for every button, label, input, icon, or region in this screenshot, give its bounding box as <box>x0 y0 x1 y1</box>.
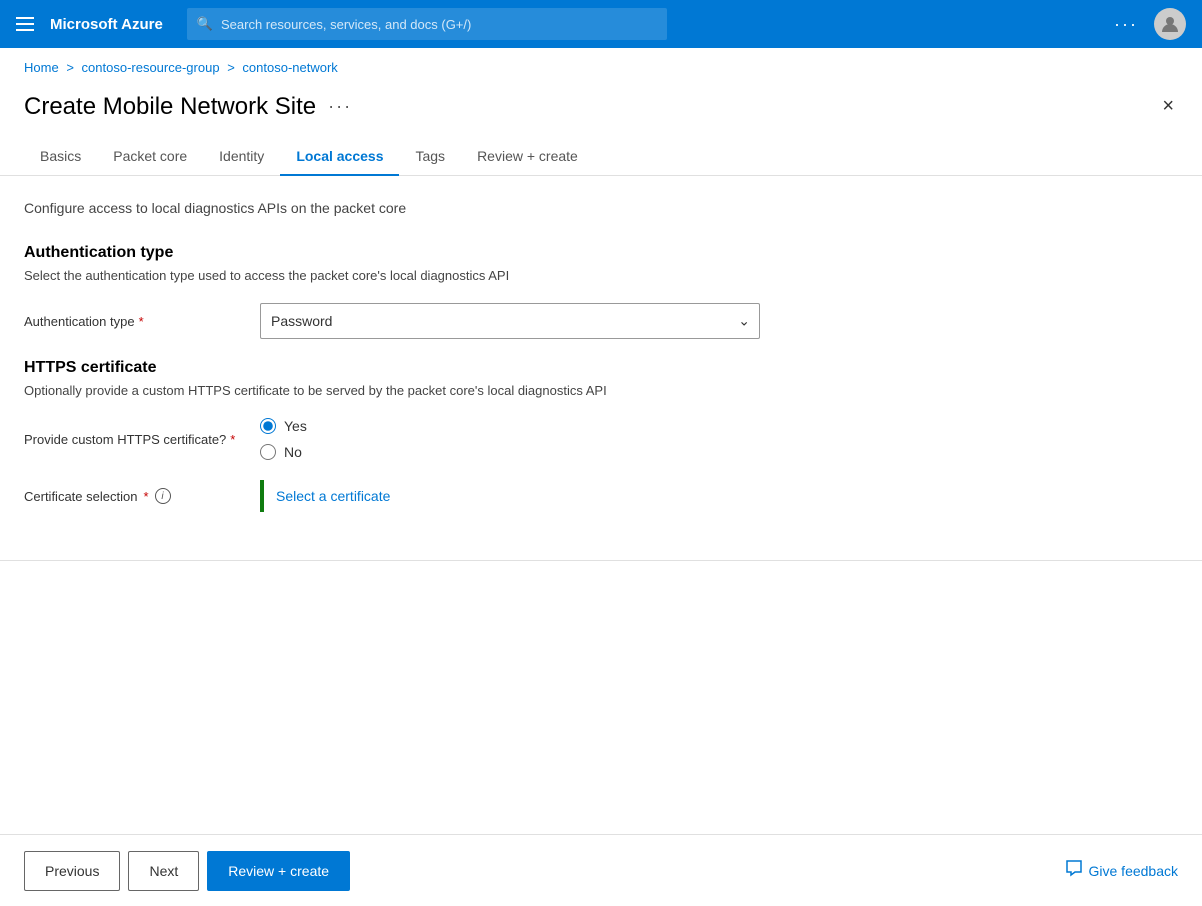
breadcrumb-sep1: > <box>66 60 74 75</box>
search-icon: 🔍 <box>197 16 213 32</box>
previous-button[interactable]: Previous <box>24 851 120 891</box>
breadcrumb-home[interactable]: Home <box>24 60 59 75</box>
search-input[interactable] <box>221 17 657 32</box>
app-title: Microsoft Azure <box>50 16 163 33</box>
auth-type-label: Authentication type * <box>24 314 244 329</box>
radio-group: Yes No <box>260 418 760 460</box>
close-button[interactable]: × <box>1158 91 1178 122</box>
auth-section-sub: Select the authentication type used to a… <box>24 268 1178 283</box>
tab-identity[interactable]: Identity <box>203 138 280 176</box>
content-area: Configure access to local diagnostics AP… <box>0 176 1202 536</box>
tab-tags[interactable]: Tags <box>399 138 461 176</box>
https-section-heading: HTTPS certificate <box>24 359 1178 377</box>
radio-yes-input[interactable] <box>260 418 276 434</box>
auth-type-select[interactable]: Password Certificate AAD <box>260 303 760 339</box>
feedback-area[interactable]: Give feedback <box>1065 859 1179 882</box>
tab-description: Configure access to local diagnostics AP… <box>24 200 1178 216</box>
breadcrumb-sep2: > <box>227 60 235 75</box>
topbar-right: ··· <box>1114 8 1186 40</box>
radio-no-item[interactable]: No <box>260 444 760 460</box>
topbar-more-icon[interactable]: ··· <box>1114 14 1138 35</box>
tabs: Basics Packet core Identity Local access… <box>0 138 1202 176</box>
page-title: Create Mobile Network Site <box>24 93 316 121</box>
topbar: Microsoft Azure 🔍 ··· <box>0 0 1202 48</box>
tab-basics[interactable]: Basics <box>24 138 97 176</box>
search-bar[interactable]: 🔍 <box>187 8 667 40</box>
avatar[interactable] <box>1154 8 1186 40</box>
main-panel: Home > contoso-resource-group > contoso-… <box>0 48 1202 906</box>
https-section-sub: Optionally provide a custom HTTPS certif… <box>24 383 1178 398</box>
auth-type-row: Authentication type * Password Certifica… <box>24 303 1178 339</box>
auth-section-heading: Authentication type <box>24 244 1178 262</box>
cert-select-link-area: Select a certificate <box>260 480 390 512</box>
tab-review-create[interactable]: Review + create <box>461 138 594 176</box>
cert-selection-row: Certificate selection * i Select a certi… <box>24 480 1178 512</box>
radio-no-input[interactable] <box>260 444 276 460</box>
auth-type-select-wrapper: Password Certificate AAD ⌄ <box>260 303 760 339</box>
breadcrumb: Home > contoso-resource-group > contoso-… <box>0 48 1202 83</box>
feedback-icon <box>1065 859 1083 882</box>
auth-type-control: Password Certificate AAD ⌄ <box>260 303 760 339</box>
divider <box>0 560 1202 561</box>
cert-bar <box>260 480 264 512</box>
tab-packet-core[interactable]: Packet core <box>97 138 203 176</box>
cert-selection-label: Certificate selection * i <box>24 488 244 504</box>
custom-cert-required-star: * <box>230 432 235 447</box>
next-button[interactable]: Next <box>128 851 199 891</box>
radio-yes-label: Yes <box>284 418 307 434</box>
page-header-more[interactable]: ··· <box>328 96 352 117</box>
select-certificate-link[interactable]: Select a certificate <box>276 488 390 504</box>
hamburger-menu[interactable] <box>16 17 34 31</box>
custom-cert-label: Provide custom HTTPS certificate? * <box>24 432 244 447</box>
tab-local-access[interactable]: Local access <box>280 138 399 176</box>
radio-yes-item[interactable]: Yes <box>260 418 760 434</box>
review-create-button[interactable]: Review + create <box>207 851 350 891</box>
page-header-left: Create Mobile Network Site ··· <box>24 93 352 121</box>
custom-cert-row: Provide custom HTTPS certificate? * Yes … <box>24 418 1178 460</box>
cert-required-star: * <box>143 489 148 504</box>
breadcrumb-network[interactable]: contoso-network <box>242 60 337 75</box>
footer: Previous Next Review + create Give feedb… <box>0 834 1202 906</box>
breadcrumb-resource-group[interactable]: contoso-resource-group <box>82 60 220 75</box>
radio-no-label: No <box>284 444 302 460</box>
feedback-label: Give feedback <box>1089 863 1179 879</box>
page-header: Create Mobile Network Site ··· × <box>0 83 1202 138</box>
info-icon[interactable]: i <box>155 488 171 504</box>
custom-cert-control: Yes No <box>260 418 760 460</box>
auth-required-star: * <box>139 314 144 329</box>
